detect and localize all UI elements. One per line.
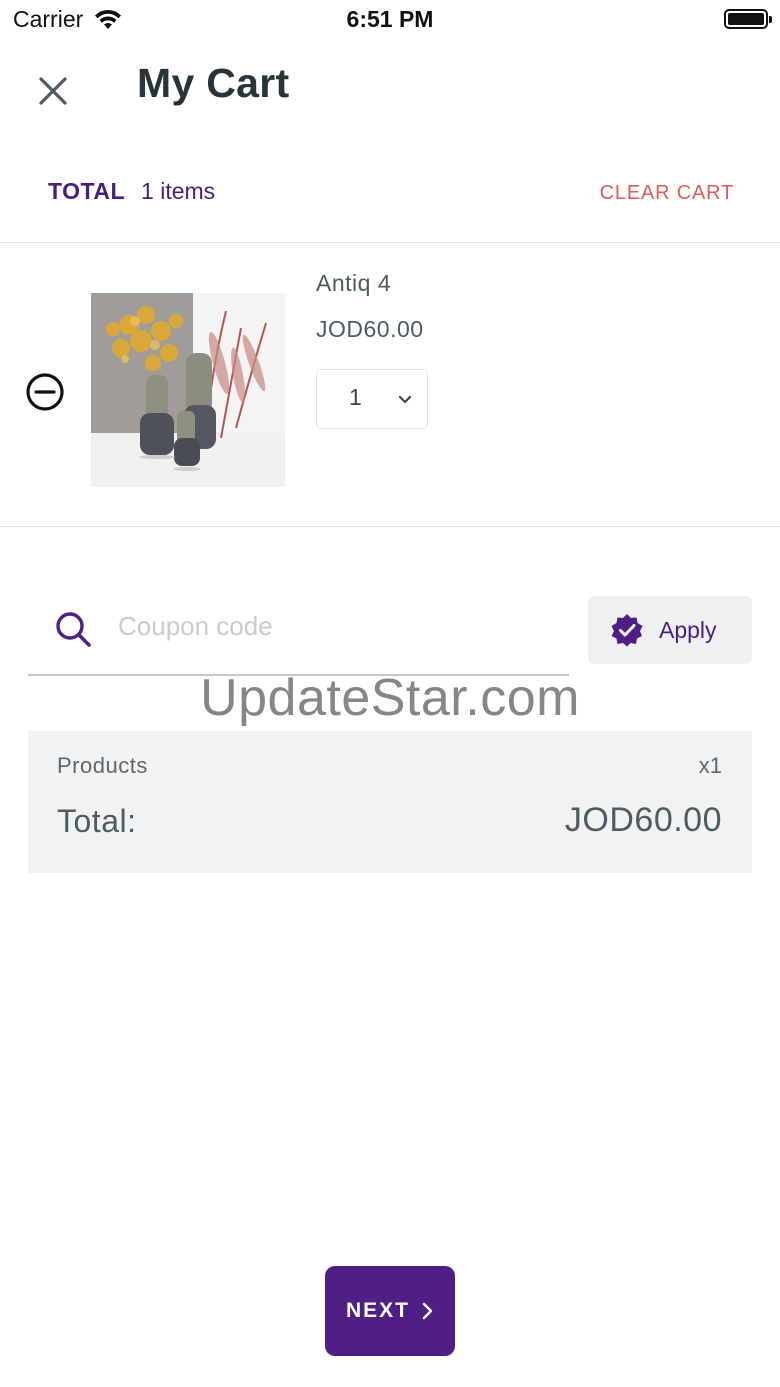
watermark: UpdateStar.com bbox=[200, 669, 580, 727]
vases-photo bbox=[91, 293, 285, 487]
status-time: 6:51 PM bbox=[346, 6, 434, 32]
product-price: JOD60.00 bbox=[316, 316, 424, 342]
chevron-right-icon bbox=[422, 1302, 433, 1320]
remove-item-icon[interactable] bbox=[25, 372, 65, 412]
products-quantity: x1 bbox=[698, 753, 722, 778]
verified-badge-icon bbox=[611, 614, 643, 647]
next-label: NEXT bbox=[345, 1299, 410, 1322]
page-title: My Cart bbox=[137, 60, 290, 106]
close-icon[interactable] bbox=[34, 72, 72, 110]
quantity-value: 1 bbox=[349, 384, 362, 410]
status-bar: Carrier 6:51 PM bbox=[0, 0, 780, 40]
clear-cart-button[interactable]: CLEAR CART bbox=[600, 182, 734, 205]
cart-screen: Carrier 6:51 PM My Cart TOTAL 1 items CL… bbox=[0, 0, 780, 1387]
divider bbox=[0, 242, 780, 243]
order-totals: Products x1 Total: JOD60.00 bbox=[28, 731, 752, 873]
total-label: TOTAL bbox=[48, 178, 126, 204]
total-label: Total: bbox=[57, 803, 137, 839]
divider bbox=[0, 526, 780, 527]
product-name[interactable]: Antiq 4 bbox=[316, 270, 391, 297]
apply-coupon-button[interactable]: Apply bbox=[588, 596, 752, 664]
total-amount: JOD60.00 bbox=[564, 801, 722, 839]
items-count: 1 items bbox=[141, 178, 216, 204]
coupon-field bbox=[28, 590, 569, 676]
quantity-dropdown[interactable]: 1 bbox=[316, 369, 428, 429]
cart-summary: TOTAL 1 items bbox=[48, 178, 215, 205]
search-icon bbox=[56, 612, 91, 647]
battery-icon bbox=[724, 9, 772, 29]
apply-label: Apply bbox=[659, 616, 717, 643]
chevron-down-icon bbox=[398, 395, 412, 404]
products-label: Products bbox=[57, 753, 148, 778]
coupon-input[interactable] bbox=[118, 604, 548, 648]
next-button[interactable]: NEXT bbox=[325, 1266, 455, 1356]
product-image[interactable] bbox=[91, 293, 285, 487]
